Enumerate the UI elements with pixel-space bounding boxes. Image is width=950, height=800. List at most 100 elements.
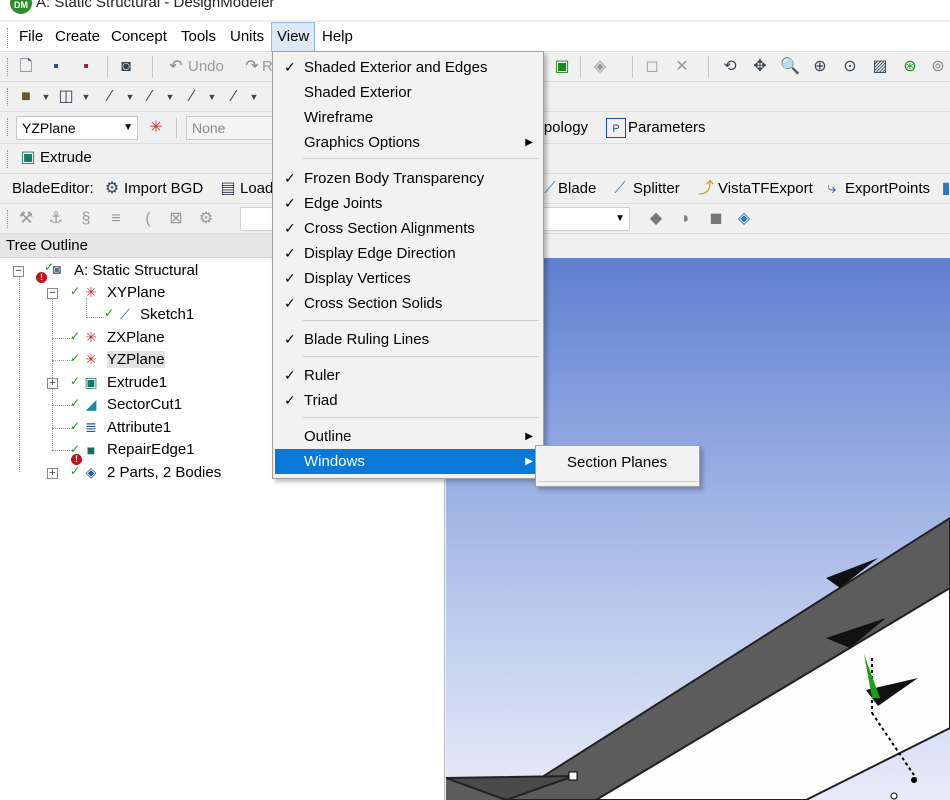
chevron-down-icon[interactable]: ▼ bbox=[120, 87, 140, 107]
splitter-button[interactable]: Splitter bbox=[633, 179, 680, 199]
undo-icon[interactable]: ↶ bbox=[166, 57, 186, 77]
export-points-icon[interactable]: ⤷ bbox=[822, 179, 842, 199]
menu-item-ruler[interactable]: ✓ Ruler bbox=[275, 363, 541, 388]
tree-node-extrude1[interactable]: Extrude1 bbox=[107, 372, 167, 394]
menu-item-shaded-exterior[interactable]: Shaded Exterior bbox=[275, 80, 541, 105]
redo-icon[interactable]: ↷ bbox=[242, 57, 262, 77]
menu-item-display-vertices[interactable]: ✓ Display Vertices bbox=[275, 266, 541, 291]
menu-units[interactable]: Units bbox=[225, 22, 269, 52]
load-button[interactable]: Load bbox=[240, 179, 272, 199]
tree-node-attribute1[interactable]: Attribute1 bbox=[107, 417, 171, 439]
undo-button[interactable]: Undo bbox=[188, 57, 224, 77]
line2-tool-icon[interactable]: ∕ bbox=[182, 87, 202, 107]
arc-icon[interactable]: ( bbox=[138, 209, 158, 229]
body-select-icon[interactable]: ◫ bbox=[56, 87, 76, 107]
rotate-icon[interactable]: ⟲ bbox=[720, 57, 740, 77]
load-icon[interactable]: ▤ bbox=[218, 179, 238, 199]
line3-tool-icon[interactable]: ∕ bbox=[224, 87, 244, 107]
pan-icon[interactable]: ✥ bbox=[750, 57, 770, 77]
sketch-tool-icon[interactable]: ⚒ bbox=[16, 209, 36, 229]
tree-node-root[interactable]: A: Static Structural bbox=[74, 260, 198, 282]
menu-item-blade-ruling-lines[interactable]: ✓ Blade Ruling Lines bbox=[275, 327, 541, 352]
tree-node-yzplane[interactable]: YZPlane bbox=[107, 349, 165, 371]
menu-item-edge-joints[interactable]: ✓ Edge Joints bbox=[275, 191, 541, 216]
expand-parts-icon[interactable]: + bbox=[47, 468, 58, 479]
parameters-icon[interactable]: P bbox=[606, 118, 626, 138]
import-bgd-icon[interactable]: ⚙ bbox=[102, 179, 122, 199]
menu-tools[interactable]: Tools bbox=[176, 22, 221, 52]
menu-item-windows[interactable]: Windows ▶ bbox=[275, 449, 541, 474]
list-icon[interactable]: ≡ bbox=[106, 209, 126, 229]
selection-filter-icon[interactable]: ◈ bbox=[590, 57, 610, 77]
zoom-box-icon[interactable]: ⊙ bbox=[840, 57, 860, 77]
box-select-icon[interactable]: ◻ bbox=[642, 57, 662, 77]
collapse-root-icon[interactable]: − bbox=[13, 266, 24, 277]
spring-icon[interactable]: § bbox=[76, 209, 96, 229]
more-tools-icon[interactable]: ▮ bbox=[936, 179, 950, 199]
face-select-icon[interactable]: ■ bbox=[16, 87, 36, 107]
menu-item-cross-section-alignments[interactable]: ✓ Cross Section Alignments bbox=[275, 216, 541, 241]
chevron-down-icon[interactable]: ▼ bbox=[36, 87, 56, 107]
line-tool-icon[interactable]: ∕ bbox=[100, 87, 120, 107]
save-as-icon[interactable]: ▪ bbox=[76, 57, 96, 77]
menu-item-frozen-body-transparency[interactable]: ✓ Frozen Body Transparency bbox=[275, 166, 541, 191]
export-points-button[interactable]: ExportPoints bbox=[845, 179, 930, 199]
magnify-icon[interactable]: ⊚ bbox=[928, 57, 948, 77]
extrude-button[interactable]: Extrude bbox=[40, 148, 92, 168]
expand-extrude1-icon[interactable]: + bbox=[47, 378, 58, 389]
menu-item-shaded-exterior-and-edges[interactable]: ✓ Shaded Exterior and Edges bbox=[275, 55, 541, 80]
tree-node-parts[interactable]: 2 Parts, 2 Bodies bbox=[107, 462, 221, 484]
save-icon[interactable]: ▪ bbox=[46, 57, 66, 77]
zoom-icon[interactable]: 🔍 bbox=[780, 57, 800, 77]
parameters-button[interactable]: Parameters bbox=[628, 118, 706, 138]
blade-button[interactable]: Blade bbox=[558, 179, 596, 199]
zoom-window-icon[interactable]: ▨ bbox=[870, 57, 890, 77]
mesh-icon[interactable]: ⊠ bbox=[166, 209, 186, 229]
menu-item-wireframe[interactable]: Wireframe bbox=[275, 105, 541, 130]
chevron-down-icon[interactable]: ▼ bbox=[244, 87, 264, 107]
chevron-down-icon[interactable]: ▼ bbox=[160, 87, 180, 107]
tree-node-sectorcut1[interactable]: SectorCut1 bbox=[107, 394, 182, 416]
tools-icon[interactable]: ⚙ bbox=[196, 209, 216, 229]
new-plane-icon[interactable]: ✳ bbox=[146, 118, 166, 138]
tree-node-xyplane[interactable]: XYPlane bbox=[107, 282, 165, 304]
camera-icon[interactable]: ◙ bbox=[116, 57, 136, 77]
menu-item-graphics-options[interactable]: Graphics Options ▶ bbox=[275, 130, 541, 155]
menu-view[interactable]: View bbox=[271, 22, 316, 52]
select-mode-icon[interactable]: ▣ bbox=[552, 57, 572, 77]
sketch-select[interactable]: None bbox=[186, 116, 274, 140]
splitter-icon[interactable]: ⟋ bbox=[610, 179, 630, 199]
collapse-xyplane-icon[interactable]: − bbox=[47, 288, 58, 299]
tree-node-repairedge1[interactable]: RepairEdge1 bbox=[107, 439, 195, 461]
model-icon-2[interactable]: ◗ bbox=[676, 209, 696, 229]
menu-concept[interactable]: Concept bbox=[106, 22, 172, 52]
plane-select[interactable]: YZPlane ▼ bbox=[16, 116, 138, 140]
chevron-down-icon[interactable]: ▼ bbox=[202, 87, 222, 107]
zoom-in-icon[interactable]: ⊕ bbox=[810, 57, 830, 77]
plane-icon: ✳ bbox=[85, 284, 97, 300]
new-file-icon[interactable]: 🗋 bbox=[16, 57, 36, 77]
menu-item-triad[interactable]: ✓ Triad bbox=[275, 388, 541, 413]
extrude-icon[interactable]: ▣ bbox=[18, 148, 38, 168]
box-deselect-icon[interactable]: ✕ bbox=[672, 57, 692, 77]
menu-item-outline[interactable]: Outline ▶ bbox=[275, 424, 541, 449]
anchor-icon[interactable]: ⚓ bbox=[46, 209, 66, 229]
line1-tool-icon[interactable]: ∕ bbox=[140, 87, 160, 107]
menu-item-display-edge-direction[interactable]: ✓ Display Edge Direction bbox=[275, 241, 541, 266]
zoom-fit-icon[interactable]: ⊛ bbox=[900, 57, 920, 77]
model-icon-1[interactable]: ◆ bbox=[646, 209, 666, 229]
menu-item-section-planes[interactable]: Section Planes bbox=[538, 450, 697, 475]
model-icon-4[interactable]: ◈ bbox=[734, 209, 754, 229]
submenu-arrow-icon: ▶ bbox=[525, 431, 533, 442]
chevron-down-icon[interactable]: ▼ bbox=[76, 87, 96, 107]
menu-item-cross-section-solids[interactable]: ✓ Cross Section Solids bbox=[275, 291, 541, 316]
vistatf-export-icon[interactable]: ⤴ bbox=[696, 179, 716, 199]
import-bgd-button[interactable]: Import BGD bbox=[124, 179, 203, 199]
menu-file[interactable]: File bbox=[14, 22, 48, 52]
tree-node-sketch1[interactable]: Sketch1 bbox=[140, 304, 194, 326]
menu-help[interactable]: Help bbox=[317, 22, 358, 52]
model-icon-3[interactable]: ◼ bbox=[706, 209, 726, 229]
vistatf-export-button[interactable]: VistaTFExport bbox=[718, 179, 813, 199]
tree-node-zxplane[interactable]: ZXPlane bbox=[107, 327, 165, 349]
menu-create[interactable]: Create bbox=[50, 22, 105, 52]
